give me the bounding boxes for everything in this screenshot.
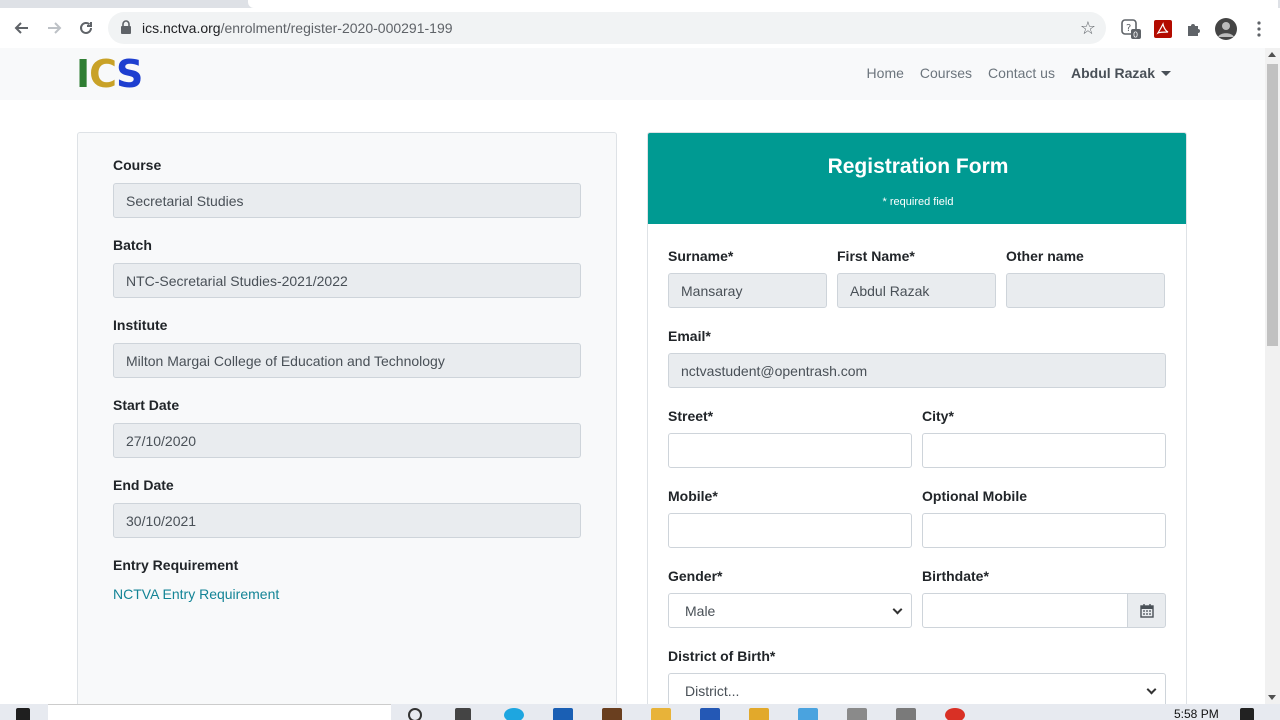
page-scrollbar[interactable] (1265, 48, 1280, 704)
chevron-down-icon (892, 604, 903, 615)
othername-input[interactable] (1006, 273, 1165, 308)
form-title: Registration Form (827, 155, 1009, 178)
word-icon[interactable] (700, 708, 720, 720)
street-label: Street* (668, 408, 714, 424)
course-field: Secretarial Studies (113, 183, 581, 218)
email-label: Email* (668, 328, 711, 344)
notification-icon[interactable] (1240, 708, 1254, 720)
start-date-label: Start Date (113, 397, 180, 413)
nav-home[interactable]: Home (859, 65, 912, 81)
app-icon-3[interactable] (847, 708, 867, 720)
task-view-icon[interactable] (455, 708, 471, 720)
nav-links: Home Courses Contact us Abdul Razak (859, 65, 1179, 81)
optional-mobile-label: Optional Mobile (922, 488, 1027, 504)
reload-icon[interactable] (74, 16, 98, 40)
institute-field: Milton Margai College of Education and T… (113, 343, 581, 378)
batch-label: Batch (113, 237, 152, 253)
required-note: * required field (882, 196, 954, 208)
firstname-label: First Name* (837, 248, 915, 264)
calendar-icon[interactable] (1127, 593, 1166, 628)
scroll-down-icon[interactable] (1268, 695, 1276, 700)
surname-input[interactable]: Mansaray (668, 273, 827, 308)
ics-logo[interactable]: I C S (76, 52, 143, 96)
nav-courses[interactable]: Courses (912, 65, 980, 81)
email-input[interactable]: nctvastudent@opentrash.com (668, 353, 1166, 388)
browser-toolbar: ics.nctva.org/enrolment/register-2020-00… (0, 8, 1280, 48)
firstname-input[interactable]: Abdul Razak (837, 273, 996, 308)
folder-icon[interactable] (749, 708, 769, 720)
mobile-input[interactable] (668, 513, 912, 548)
scroll-up-icon[interactable] (1268, 52, 1276, 57)
app-icon-2[interactable] (798, 708, 818, 720)
city-input[interactable] (922, 433, 1166, 468)
page-viewport: I C S Home Courses Contact us Abdul Raza… (0, 48, 1265, 704)
logo-letter-s: S (116, 52, 143, 96)
taskbar-search-box[interactable] (48, 704, 391, 720)
active-tab[interactable] (248, 0, 1278, 8)
birthdate-input[interactable] (922, 593, 1128, 628)
street-input[interactable] (668, 433, 912, 468)
district-label: District of Birth* (668, 648, 776, 664)
pdf-extension-icon[interactable] (1152, 18, 1174, 40)
extension-help-icon[interactable]: ? 0 (1120, 18, 1142, 40)
app-icon[interactable] (553, 708, 573, 720)
mobile-label: Mobile* (668, 488, 718, 504)
cortana-icon[interactable] (408, 708, 422, 720)
user-menu[interactable]: Abdul Razak (1063, 65, 1179, 81)
start-date-field: 27/10/2020 (113, 423, 581, 458)
entry-requirement-label: Entry Requirement (113, 557, 239, 573)
course-info-card: Course Secretarial Studies Batch NTC-Sec… (77, 132, 617, 704)
form-header: Registration Form * required field (648, 133, 1186, 224)
lock-icon (120, 20, 132, 39)
registration-form-card: Registration Form * required field Surna… (647, 132, 1187, 704)
nav-contact[interactable]: Contact us (980, 65, 1063, 81)
svg-text:?: ? (1126, 23, 1131, 34)
gender-selected-value: Male (685, 603, 716, 619)
institute-label: Institute (113, 317, 168, 333)
windows-start-icon[interactable] (16, 708, 30, 720)
edge-icon[interactable] (504, 708, 524, 720)
site-navbar: I C S Home Courses Contact us Abdul Raza… (0, 48, 1265, 100)
url-text: ics.nctva.org/enrolment/register-2020-00… (142, 20, 453, 36)
scrollbar-thumb[interactable] (1267, 64, 1278, 346)
end-date-field: 30/10/2021 (113, 503, 581, 538)
chrome-icon[interactable] (945, 708, 965, 720)
store-icon[interactable] (602, 708, 622, 720)
city-label: City* (922, 408, 954, 424)
logo-letter-c: C (89, 52, 117, 96)
svg-text:0: 0 (1133, 31, 1138, 40)
tab-strip (0, 0, 1280, 8)
surname-label: Surname* (668, 248, 734, 264)
app-icon-4[interactable] (896, 708, 916, 720)
menu-kebab-icon[interactable] (1248, 18, 1270, 40)
optional-mobile-input[interactable] (922, 513, 1166, 548)
puzzle-extensions-icon[interactable] (1183, 18, 1205, 40)
logo-letter-i: I (76, 52, 90, 96)
taskbar-clock[interactable]: 5:58 PM (1174, 707, 1219, 720)
birthdate-label: Birthdate* (922, 568, 989, 584)
district-select[interactable]: District... (668, 673, 1166, 704)
profile-avatar[interactable] (1215, 18, 1237, 40)
chevron-down-icon (1146, 684, 1157, 695)
gender-select[interactable]: Male (668, 593, 912, 628)
user-name: Abdul Razak (1070, 65, 1155, 81)
gender-label: Gender* (668, 568, 723, 584)
os-taskbar: 5:58 PM (0, 704, 1280, 720)
othername-label: Other name (1006, 248, 1084, 264)
file-explorer-icon[interactable] (651, 708, 671, 720)
end-date-label: End Date (113, 477, 174, 493)
back-icon[interactable] (10, 16, 34, 40)
chevron-down-icon (1161, 70, 1171, 76)
address-bar[interactable]: ics.nctva.org/enrolment/register-2020-00… (108, 12, 1106, 44)
district-selected-value: District... (685, 683, 740, 699)
batch-field: NTC-Secretarial Studies-2021/2022 (113, 263, 581, 298)
bookmark-star-icon[interactable]: ☆ (1080, 18, 1096, 39)
entry-requirement-link[interactable]: NCTVA Entry Requirement (113, 586, 279, 602)
forward-icon[interactable] (42, 16, 66, 40)
course-label: Course (113, 157, 162, 173)
